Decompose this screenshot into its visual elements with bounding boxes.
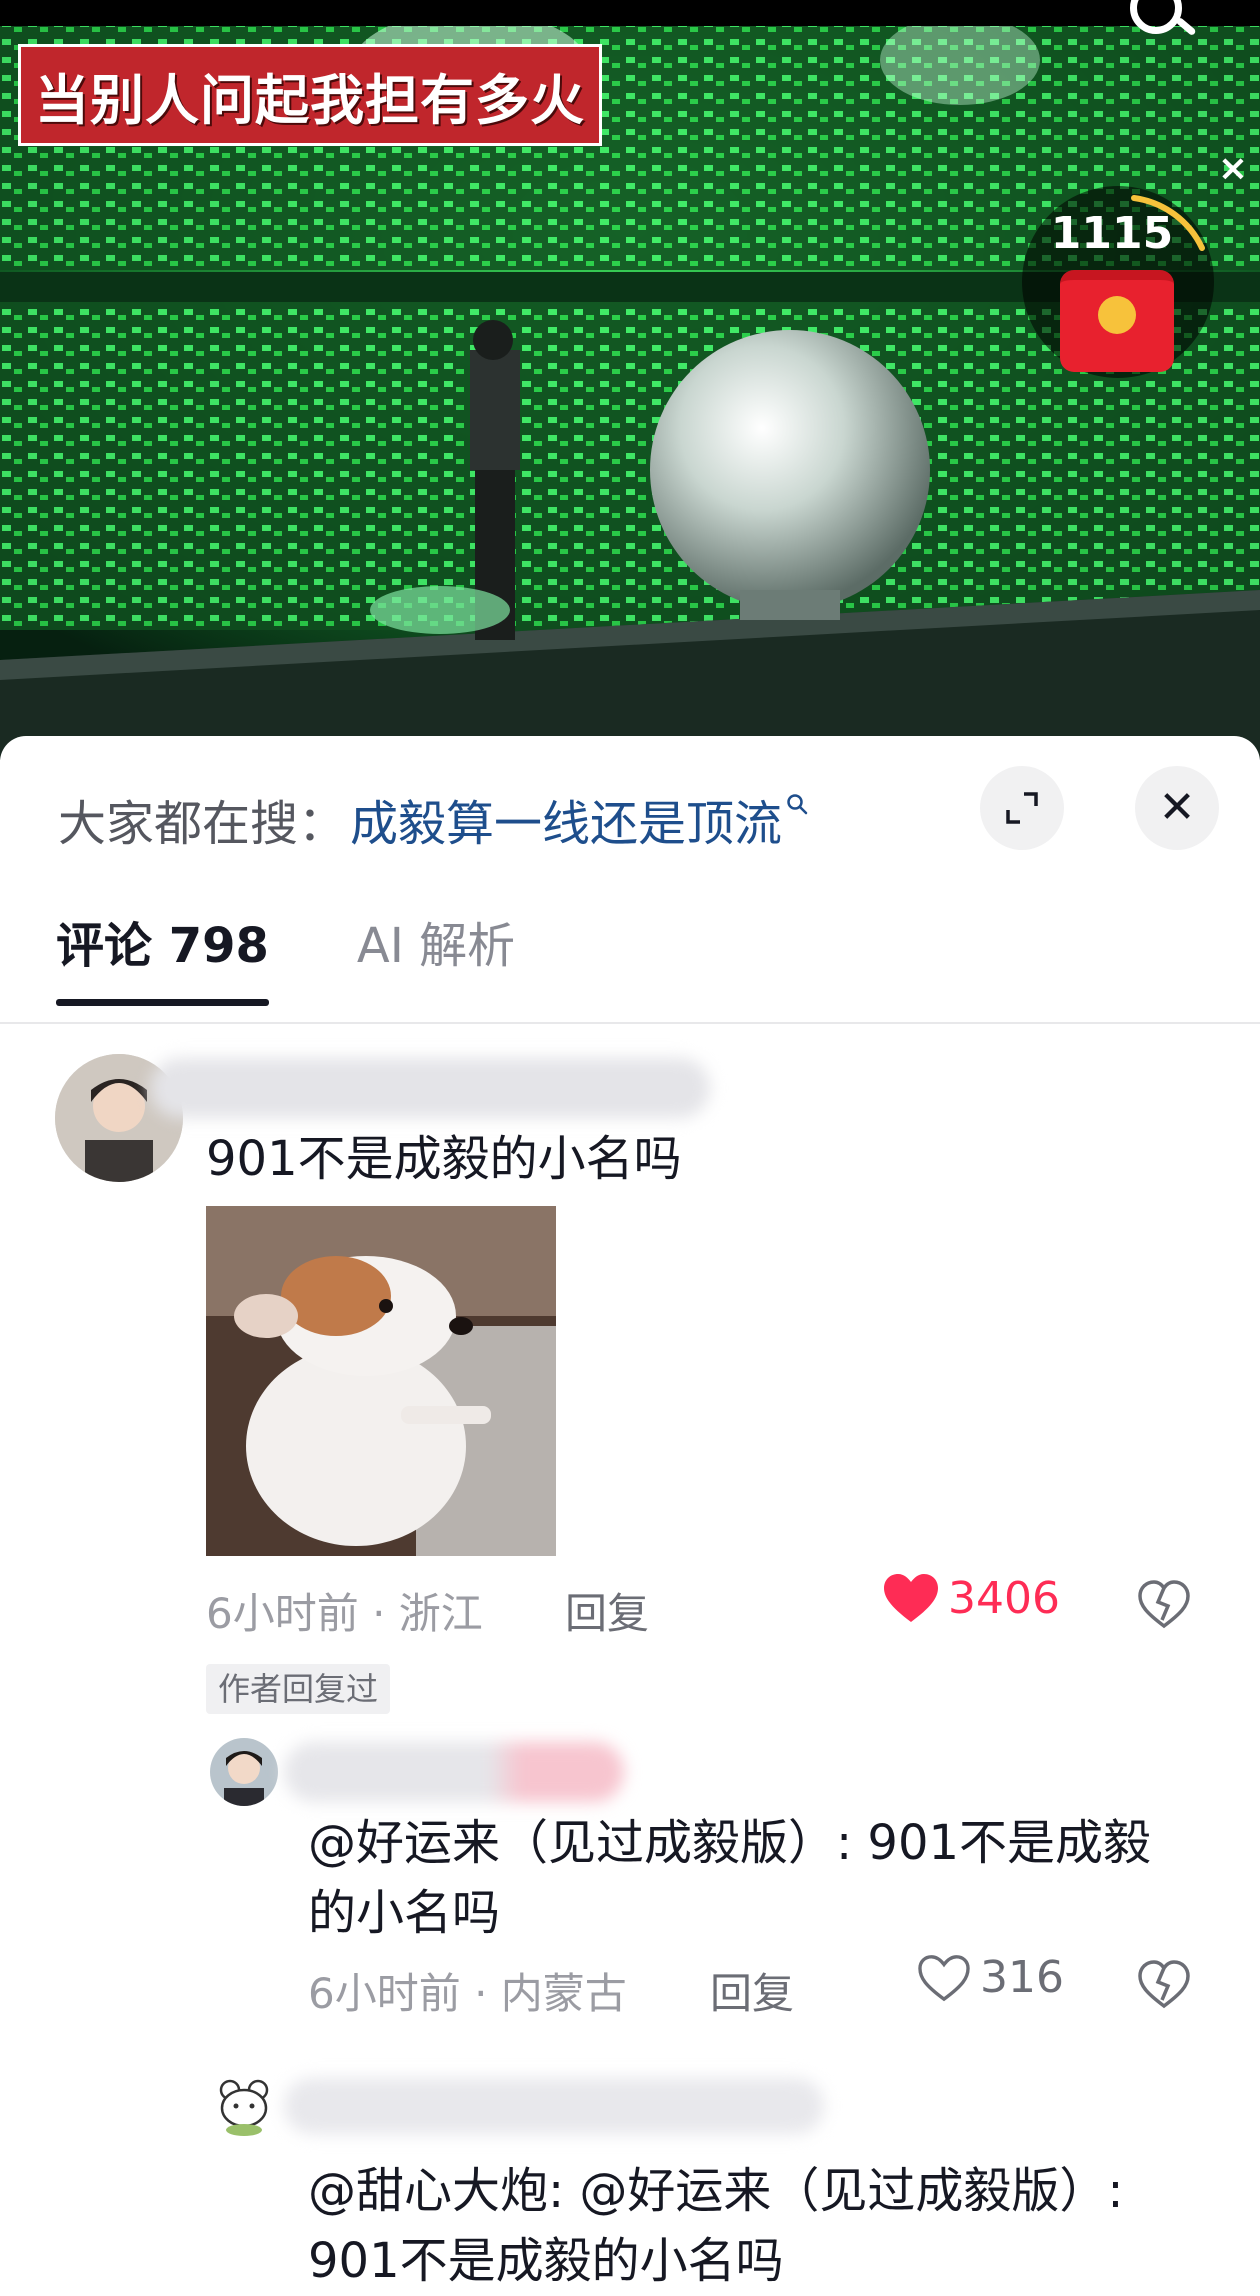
like-count: 3406 [948, 1572, 1060, 1624]
reply-text-line1: @甜心大炮: @好运来（见过成毅版）: [308, 2163, 1124, 2219]
dislike-icon[interactable] [1136, 1576, 1192, 1632]
reply-button[interactable]: 回复 [565, 1580, 649, 1641]
redpacket-icon [1060, 270, 1174, 372]
tab-ai-analysis[interactable]: AI 解析 [357, 906, 515, 1006]
username-blurred[interactable] [284, 1742, 624, 1802]
dislike-icon[interactable] [1136, 1956, 1192, 2012]
comment-image[interactable] [206, 1206, 556, 1556]
search-icon [786, 788, 808, 823]
reply-text-line2: 901不是成毅的小名吗 [308, 2233, 784, 2289]
reply-button[interactable]: 回复 [710, 1960, 794, 2021]
reply-text-line2: 的小名吗 [308, 1885, 501, 1941]
heart-filled-icon [884, 1574, 938, 1622]
expand-button[interactable] [980, 766, 1064, 850]
redpacket-widget[interactable]: 1115 [1022, 186, 1214, 378]
redpacket-count: 1115 [1050, 208, 1174, 259]
like-button[interactable]: 3406 [882, 1572, 1060, 1624]
username-blurred[interactable] [284, 2078, 824, 2134]
avatar[interactable] [210, 1738, 278, 1806]
comment-panel: 大家都在搜： 成毅算一线还是顶流 ✕ 评论 798 AI 解析 901不是成毅的… [0, 736, 1260, 2289]
video-caption: 当别人问起我担有多火 [18, 44, 602, 146]
close-button[interactable]: ✕ [1135, 766, 1219, 850]
reply-time-location: 6小时前 · 内蒙古 [308, 1969, 627, 2018]
avatar[interactable] [210, 2074, 278, 2142]
hot-search-bar[interactable]: 大家都在搜： 成毅算一线还是顶流 [58, 784, 808, 854]
comment-text: 901不是成毅的小名吗 [206, 1131, 682, 1187]
heart-outline-icon [918, 1954, 970, 2001]
comment-tabs: 评论 798 AI 解析 [56, 906, 603, 1006]
like-count: 316 [980, 1952, 1064, 2003]
like-button[interactable]: 316 [916, 1952, 1064, 2003]
close-icon: ✕ [1158, 782, 1196, 833]
close-redpacket-icon[interactable]: × [1216, 151, 1250, 187]
reply-text-line1: @好运来（见过成毅版）: 901不是成毅 [308, 1815, 1152, 1871]
status-strip [0, 0, 1260, 26]
video-player[interactable]: 当别人问起我担有多火 × 1115 [0, 0, 1260, 760]
tabs-divider [0, 1022, 1260, 1024]
expand-icon [1006, 792, 1038, 824]
username-blurred[interactable] [150, 1058, 710, 1118]
hot-search-query[interactable]: 成毅算一线还是顶流 [350, 784, 782, 854]
hot-search-prefix: 大家都在搜： [58, 796, 347, 852]
tab-comments[interactable]: 评论 798 [56, 906, 269, 1006]
comment-time-location: 6小时前 · 浙江 [206, 1589, 483, 1638]
author-replied-tag: 作者回复过 [206, 1664, 391, 1714]
